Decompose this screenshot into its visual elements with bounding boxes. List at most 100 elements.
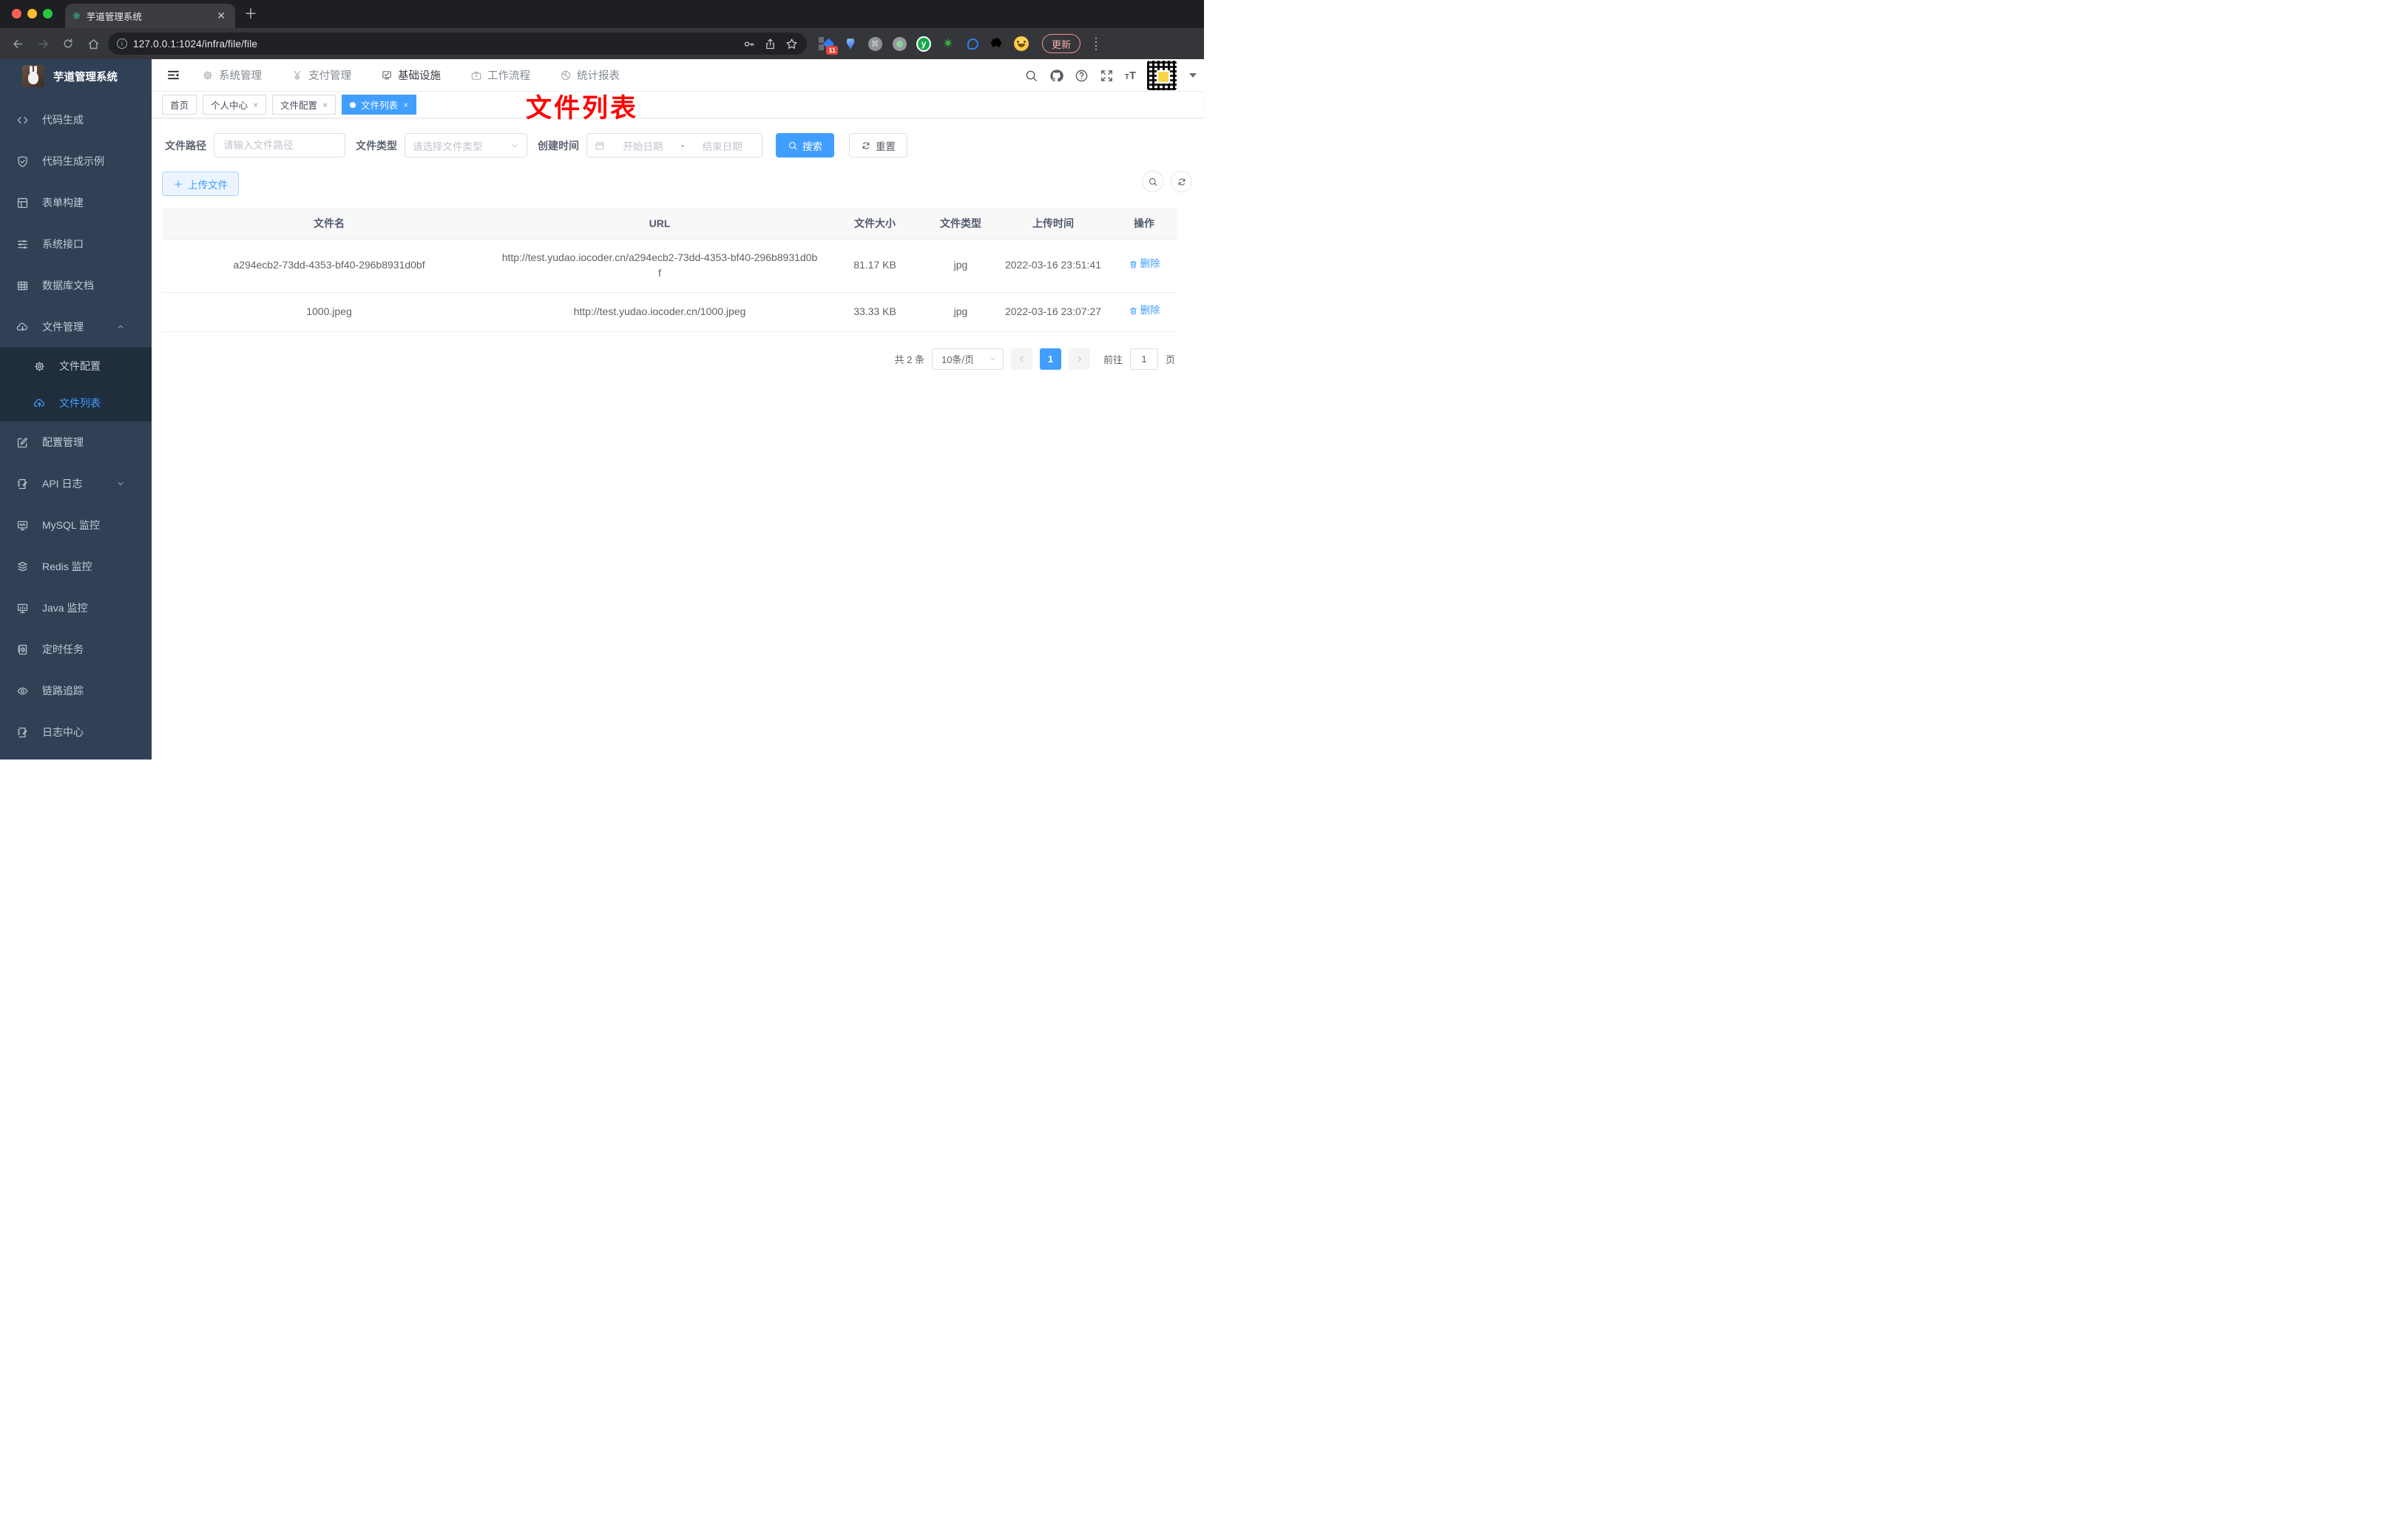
search-icon [788,141,798,151]
help-icon[interactable] [1075,69,1089,83]
nav-item-workflow[interactable]: 工作流程 [470,67,530,83]
avatar-dropdown-icon[interactable] [1189,73,1197,78]
sidebar-item-file-config[interactable]: 文件配置 [0,348,152,385]
browser-tab-strip: ❋ 芋道管理系统 ✕ ＋ [0,0,1204,28]
nav-item-report[interactable]: 统计报表 [560,67,620,83]
sidebar-item-trace[interactable]: 链路追踪 [0,670,152,711]
sidebar-item-file-manage[interactable]: 文件管理 [0,306,152,348]
github-icon[interactable] [1049,69,1063,83]
next-page-button[interactable] [1068,348,1090,370]
page-size-select[interactable]: 10条/页 [931,348,1004,370]
cell-url: http://test.yudao.iocoder.cn/1000.jpeg [496,292,823,332]
extension-balloon-icon[interactable] [843,36,858,51]
forward-button[interactable] [33,33,53,54]
browser-tab[interactable]: ❋ 芋道管理系统 ✕ [65,4,235,28]
file-type-label: 文件类型 [356,139,397,152]
chevron-up-icon [116,322,125,331]
close-icon[interactable]: × [322,100,328,110]
sidebar-item-mysql-monitor[interactable]: MySQL 监控 [0,504,152,546]
sidebar-item-api-log[interactable]: API 日志 [0,463,152,504]
date-range-picker[interactable]: 开始日期 - 结束日期 [586,133,762,158]
reset-button[interactable]: 重置 [849,133,907,158]
zoom-window-button[interactable] [43,9,53,18]
arrow-right-icon [1075,355,1083,363]
nav-item-pay[interactable]: 支付管理 [291,67,351,83]
extensions-area: 11 ⌘ y ✴ [819,35,1029,55]
app-header: 系统管理 支付管理 基础设施 工作流程 统计报表 TT [152,59,1204,92]
sidebar-item-log-center[interactable]: 日志中心 [0,711,152,753]
nav-item-system[interactable]: 系统管理 [202,67,262,83]
file-path-input[interactable] [214,134,345,157]
refresh-icon [1177,177,1187,187]
sidebar-item-config-manage[interactable]: 配置管理 [0,422,152,463]
share-icon[interactable] [764,38,777,50]
extension-star-icon[interactable]: ✴ [941,36,956,51]
sidebar-item-form-builder[interactable]: 表单构建 [0,182,152,223]
profile-avatar[interactable] [1014,36,1029,51]
goto-label: 前往 [1103,353,1123,365]
minimize-window-button[interactable] [27,9,37,18]
cell-file-name: 1000.jpeg [162,292,496,332]
refresh-icon [861,141,871,151]
delete-button[interactable]: 删除 [1129,303,1160,319]
close-tab-icon[interactable]: ✕ [214,10,228,22]
extension-badge: 11 [826,46,838,55]
close-icon[interactable]: × [403,100,408,110]
close-window-button[interactable] [12,9,21,18]
tab-home[interactable]: 首页 [162,95,197,115]
extension-pinned-icon[interactable]: 11 [819,36,838,55]
sidebar-item-db-doc[interactable]: 数据库文档 [0,265,152,306]
back-button[interactable] [7,33,28,54]
bookmark-star-icon[interactable] [785,38,798,50]
fullscreen-icon[interactable] [1100,69,1114,83]
extensions-puzzle-icon[interactable] [990,36,1004,51]
tab-file-config[interactable]: 文件配置 × [272,95,336,115]
sidebar-item-file-list[interactable]: 文件列表 [0,385,152,422]
tab-profile[interactable]: 个人中心 × [203,95,267,115]
page-number-button[interactable]: 1 [1039,348,1061,370]
collapse-sidebar-button[interactable] [160,63,186,88]
start-date-placeholder[interactable]: 开始日期 [611,138,675,153]
sidebar-item-java-monitor[interactable]: Java 监控 [0,587,152,629]
file-table: 文件名 URL 文件大小 文件类型 上传时间 操作 a294ecb2-73dd-… [162,208,1177,332]
sidebar-item-system-api[interactable]: 系统接口 [0,223,152,265]
refresh-table-button[interactable] [1171,171,1192,192]
user-avatar[interactable] [1147,61,1177,90]
sidebar-item-code-gen[interactable]: 代码生成 [0,99,152,141]
prev-page-button[interactable] [1010,348,1032,370]
search-button[interactable]: 搜索 [776,133,834,158]
extension-command-icon[interactable]: ⌘ [868,36,882,51]
reload-button[interactable] [58,33,78,54]
upload-file-button[interactable]: 上传文件 [162,172,239,196]
password-key-icon[interactable] [743,38,755,50]
extension-y-icon[interactable]: y [916,35,931,52]
address-bar[interactable]: i 127.0.0.1:1024/infra/file/file [108,33,807,55]
chevron-down-icon [116,479,125,488]
extension-spiral-icon[interactable] [965,36,980,51]
window-controls[interactable] [12,9,53,18]
close-icon[interactable]: × [253,100,258,110]
sidebar-item-redis-monitor[interactable]: Redis 监控 [0,546,152,587]
end-date-placeholder[interactable]: 结束日期 [690,138,754,153]
extension-dot-icon[interactable] [892,36,907,51]
file-type-select[interactable]: 请选择文件类型 [405,133,527,158]
browser-menu-icon[interactable]: ⋮ ⋮ [1091,36,1101,50]
font-size-icon[interactable]: TT [1125,70,1136,82]
app-logo: 芋道管理系统 [0,59,152,93]
new-tab-button[interactable]: ＋ [244,7,257,21]
delete-button[interactable]: 删除 [1129,257,1160,272]
sidebar-item-code-demo[interactable]: 代码生成示例 [0,141,152,182]
search-icon[interactable] [1024,69,1038,83]
logo-image [22,65,44,87]
cell-file-type: jpg [927,239,995,293]
url-text[interactable]: 127.0.0.1:1024/infra/file/file [133,38,734,50]
nav-item-infra[interactable]: 基础设施 [381,67,441,83]
home-button[interactable] [83,33,104,54]
goto-page-input[interactable] [1129,348,1158,370]
site-info-icon[interactable]: i [117,38,127,49]
toggle-search-button[interactable] [1142,171,1163,192]
col-file-size: 文件大小 [823,208,927,240]
tab-file-list[interactable]: 文件列表 × [342,95,417,115]
browser-update-button[interactable]: 更新 [1042,34,1081,53]
sidebar-item-scheduled-task[interactable]: 定时任务 [0,629,152,670]
